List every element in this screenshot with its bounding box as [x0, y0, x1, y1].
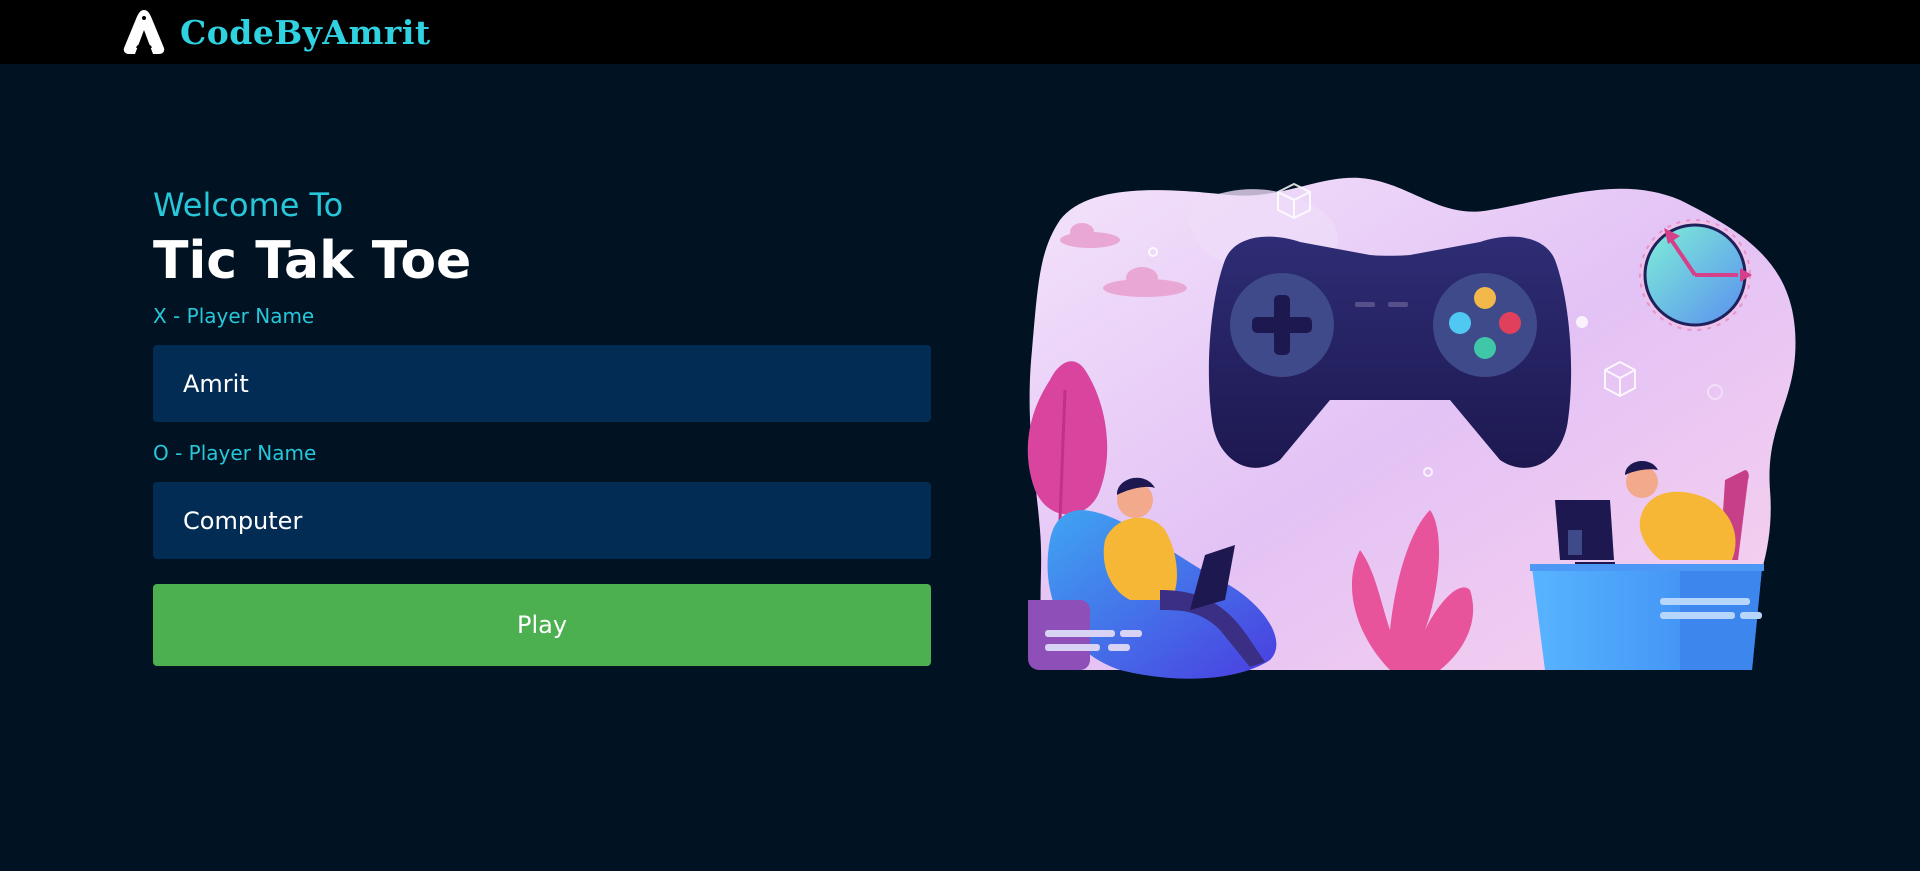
- navbar: CodeByAmrit: [0, 0, 1920, 64]
- play-button[interactable]: Play: [153, 584, 931, 666]
- clock-icon: [1639, 219, 1752, 331]
- player-setup-form: Welcome To Tic Tak Toe X - Player Name O…: [153, 183, 931, 666]
- page-title: Tic Tak Toe: [153, 231, 472, 291]
- brand-link[interactable]: CodeByAmrit: [120, 8, 431, 56]
- x-player-name-input[interactable]: [153, 345, 931, 422]
- gaming-illustration: [1027, 177, 1796, 679]
- brand-name[interactable]: CodeByAmrit: [180, 13, 431, 52]
- o-player-label: O - Player Name: [153, 441, 317, 465]
- brand-logo-icon: [123, 10, 165, 54]
- welcome-subtitle: Welcome To: [153, 186, 344, 224]
- o-player-name-input[interactable]: [153, 482, 931, 559]
- x-player-label: X - Player Name: [153, 304, 315, 328]
